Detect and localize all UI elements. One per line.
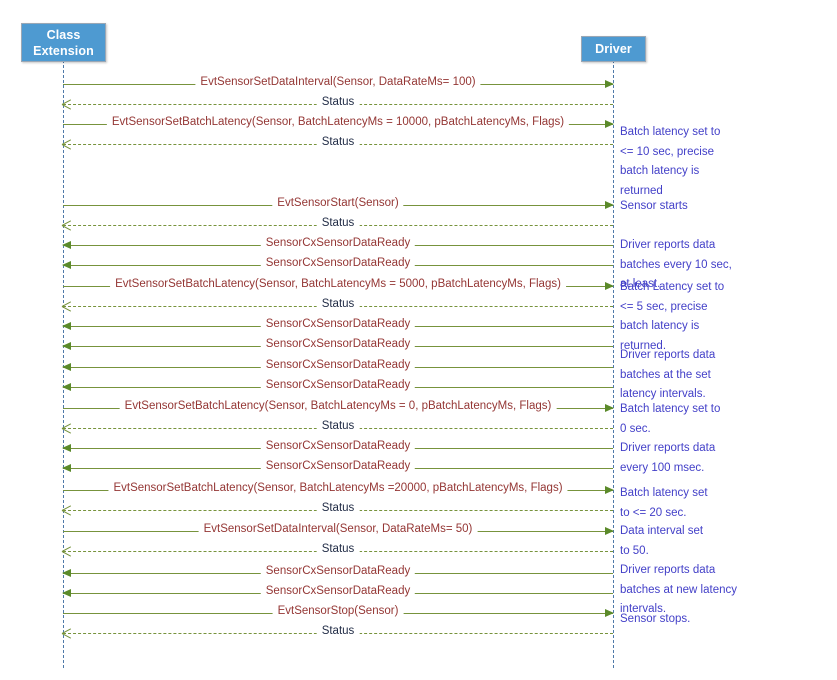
arrowhead-right-icon [605, 526, 614, 535]
message-label: SensorCxSensorDataReady [260, 358, 416, 373]
arrowhead-left-icon [62, 463, 71, 472]
arrowhead-left-icon [62, 382, 71, 391]
message-m26[interactable]: Status [63, 624, 613, 639]
message-label: Status [316, 419, 360, 434]
arrowhead-left-icon [62, 568, 71, 577]
message-label: SensorCxSensorDataReady [260, 459, 416, 474]
message-m13[interactable]: SensorCxSensorDataReady [62, 358, 613, 373]
message-label: SensorCxSensorDataReady [260, 439, 416, 454]
message-label: EvtSensorStart(Sensor) [272, 196, 404, 211]
arrowhead-left-open-icon [62, 505, 71, 515]
arrowhead-left-icon [62, 240, 71, 249]
arrowhead-left-open-icon [62, 139, 71, 149]
message-label: Status [316, 216, 360, 231]
actor-driver-label: Driver [595, 42, 632, 56]
message-label: SensorCxSensorDataReady [260, 256, 416, 271]
arrowhead-left-open-icon [62, 220, 71, 230]
arrowhead-right-icon [605, 608, 614, 617]
note-n8: Batch latency set to <= 20 sec. [620, 487, 708, 519]
message-m1[interactable]: EvtSensorSetDataInterval(Sensor, DataRat… [63, 75, 614, 90]
message-m16[interactable]: Status [63, 419, 613, 434]
arrowhead-right-icon [605, 200, 614, 209]
arrowhead-left-icon [62, 260, 71, 269]
message-m24[interactable]: SensorCxSensorDataReady [62, 584, 613, 599]
message-m8[interactable]: SensorCxSensorDataReady [62, 256, 613, 271]
message-m15[interactable]: EvtSensorSetBatchLatency(Sensor, BatchLa… [63, 399, 614, 414]
arrowhead-left-icon [62, 321, 71, 330]
message-label: Status [316, 542, 360, 557]
arrowhead-right-icon [605, 281, 614, 290]
arrowhead-left-icon [62, 341, 71, 350]
note-n1: Batch latency set to <= 10 sec, precise … [620, 126, 721, 197]
message-m18[interactable]: SensorCxSensorDataReady [62, 459, 613, 474]
message-m22[interactable]: Status [63, 542, 613, 557]
message-m4[interactable]: Status [63, 135, 613, 150]
arrowhead-left-open-icon [62, 546, 71, 556]
actor-class-extension[interactable]: Class Extension [21, 23, 106, 62]
message-label: EvtSensorSetBatchLatency(Sensor, BatchLa… [108, 481, 568, 496]
arrowhead-left-icon [62, 588, 71, 597]
note-n6: Batch latency set to 0 sec. [620, 403, 721, 435]
actor-class-extension-label-line1: Class [46, 27, 81, 42]
message-label: SensorCxSensorDataReady [260, 378, 416, 393]
message-m2[interactable]: Status [63, 95, 613, 110]
message-label: SensorCxSensorDataReady [260, 337, 416, 352]
message-label: EvtSensorSetBatchLatency(Sensor, BatchLa… [119, 399, 557, 414]
message-m10[interactable]: Status [63, 297, 613, 312]
arrowhead-left-open-icon [62, 301, 71, 311]
message-label: EvtSensorSetBatchLatency(Sensor, BatchLa… [110, 277, 566, 292]
message-label: Status [316, 135, 360, 150]
message-label: Status [316, 297, 360, 312]
note-n11: Sensor stops. [620, 613, 691, 625]
note-n5: Driver reports data batches at the set l… [620, 349, 716, 401]
arrowhead-left-open-icon [62, 99, 71, 109]
arrowhead-left-open-icon [62, 628, 71, 638]
message-m21[interactable]: EvtSensorSetDataInterval(Sensor, DataRat… [63, 522, 614, 537]
message-m9[interactable]: EvtSensorSetBatchLatency(Sensor, BatchLa… [63, 277, 614, 292]
message-label: Status [316, 624, 360, 639]
message-label: Status [316, 95, 360, 110]
arrowhead-right-icon [605, 485, 614, 494]
arrowhead-left-icon [62, 443, 71, 452]
message-label: SensorCxSensorDataReady [260, 317, 416, 332]
message-label: EvtSensorSetDataInterval(Sensor, DataRat… [195, 75, 481, 90]
message-label: EvtSensorSetDataInterval(Sensor, DataRat… [198, 522, 478, 537]
arrowhead-left-open-icon [62, 423, 71, 433]
message-m3[interactable]: EvtSensorSetBatchLatency(Sensor, BatchLa… [63, 115, 614, 130]
lifeline-driver [613, 60, 614, 668]
arrowhead-right-icon [605, 79, 614, 88]
message-m14[interactable]: SensorCxSensorDataReady [62, 378, 613, 393]
arrowhead-right-icon [605, 403, 614, 412]
note-n7: Driver reports data every 100 msec. [620, 442, 716, 474]
actor-class-extension-label-line2: Extension [33, 43, 94, 58]
message-m6[interactable]: Status [63, 216, 613, 231]
note-n4: Batch Latency set to <= 5 sec, precise b… [620, 281, 725, 352]
message-m19[interactable]: EvtSensorSetBatchLatency(Sensor, BatchLa… [63, 481, 614, 496]
message-m11[interactable]: SensorCxSensorDataReady [62, 317, 613, 332]
message-label: EvtSensorStop(Sensor) [272, 604, 404, 619]
message-m20[interactable]: Status [63, 501, 613, 516]
arrowhead-right-icon [605, 119, 614, 128]
note-n2: Sensor starts [620, 200, 688, 212]
message-m5[interactable]: EvtSensorStart(Sensor) [63, 196, 614, 211]
message-m12[interactable]: SensorCxSensorDataReady [62, 337, 613, 352]
message-m7[interactable]: SensorCxSensorDataReady [62, 236, 613, 251]
message-m23[interactable]: SensorCxSensorDataReady [62, 564, 613, 579]
message-label: SensorCxSensorDataReady [260, 584, 416, 599]
message-label: EvtSensorSetBatchLatency(Sensor, BatchLa… [106, 115, 570, 130]
sequence-diagram: Class Extension Driver EvtSensorSetDataI… [0, 0, 837, 680]
message-label: Status [316, 501, 360, 516]
message-label: SensorCxSensorDataReady [260, 236, 416, 251]
message-m25[interactable]: EvtSensorStop(Sensor) [63, 604, 614, 619]
message-m17[interactable]: SensorCxSensorDataReady [62, 439, 613, 454]
message-label: SensorCxSensorDataReady [260, 564, 416, 579]
actor-driver[interactable]: Driver [581, 36, 646, 62]
arrowhead-left-icon [62, 362, 71, 371]
note-n9: Data interval set to 50. [620, 525, 704, 557]
